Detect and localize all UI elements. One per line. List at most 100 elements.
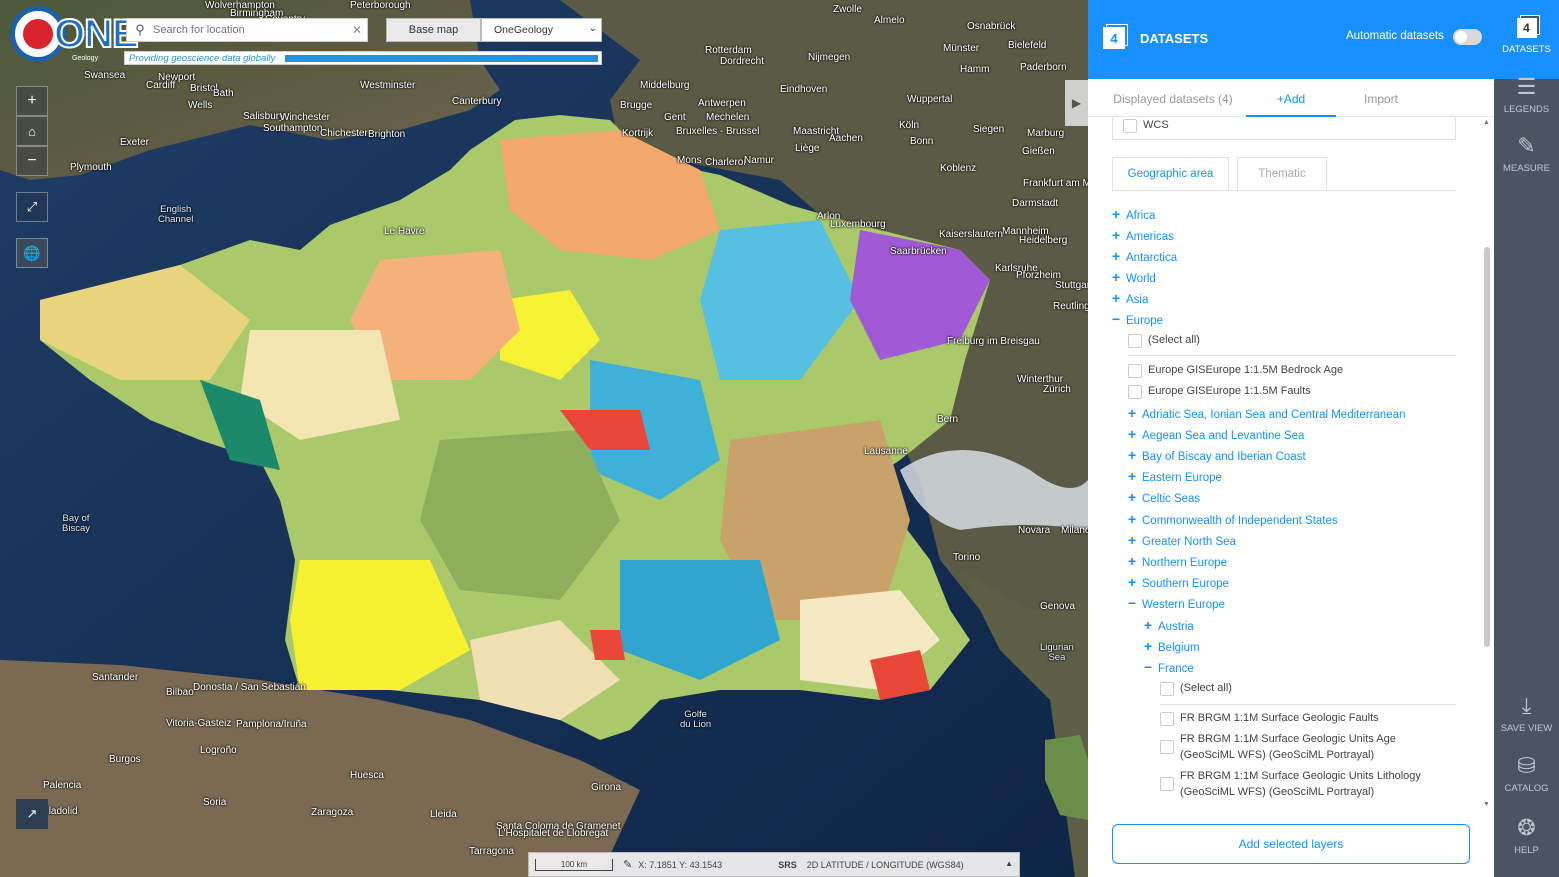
expand-toggle-icon[interactable]: + xyxy=(1128,405,1142,421)
expand-toggle-icon[interactable]: + xyxy=(1144,638,1158,654)
expand-toggle-icon[interactable]: + xyxy=(1128,511,1142,527)
tree-item[interactable]: + Southern Europe xyxy=(1128,574,1229,590)
tab-displayed-datasets[interactable]: Displayed datasets (4) xyxy=(1100,79,1246,117)
location-search[interactable]: ⚲ ✕ xyxy=(126,18,368,42)
expand-toggle-icon[interactable]: − xyxy=(1128,595,1142,611)
tree-item[interactable]: + Eastern Europe xyxy=(1128,468,1222,484)
expand-toggle-icon[interactable]: + xyxy=(1128,468,1142,484)
toolbar-save-view[interactable]: ⤓ SAVE VIEW xyxy=(1494,693,1559,743)
search-input[interactable] xyxy=(153,24,347,36)
layer-checkbox[interactable] xyxy=(1128,364,1142,378)
layer-label-line: FR BRGM 1:1M Surface Geologic Units Age xyxy=(1180,733,1396,745)
tree-item[interactable]: + Northern Europe xyxy=(1128,553,1227,569)
pencil-icon[interactable]: ✎ xyxy=(623,858,632,871)
caret-up-icon[interactable]: ▲ xyxy=(1005,859,1013,868)
tree-item[interactable]: + Adriatic Sea, Ionian Sea and Central Me… xyxy=(1128,405,1405,421)
tree-item[interactable]: + Antarctica xyxy=(1112,248,1177,264)
map-place-label: Genova xyxy=(1040,601,1076,612)
home-icon[interactable]: ⌂ xyxy=(16,116,48,146)
tab-add[interactable]: +Add xyxy=(1246,79,1336,117)
tab-import[interactable]: Import xyxy=(1336,79,1426,117)
srs-value[interactable]: 2D LATITUDE / LONGITUDE (WGS84) xyxy=(807,860,964,870)
globe-icon[interactable]: 🌐 xyxy=(16,238,48,268)
layer-item[interactable]: Europe GISEurope 1:1.5M Faults xyxy=(1128,383,1448,399)
layer-item[interactable]: Europe GISEurope 1:1.5M Bedrock Age xyxy=(1128,362,1448,378)
clear-icon[interactable]: ✕ xyxy=(347,23,367,37)
tree-item[interactable]: − Europe xyxy=(1112,311,1163,327)
layer-label: Europe GISEurope 1:1.5M Faults xyxy=(1148,383,1311,399)
layer-item[interactable]: FR BRGM 1:1M Surface Geologic Faults xyxy=(1160,710,1480,726)
expand-toggle-icon[interactable]: + xyxy=(1128,489,1142,505)
expand-toggle-icon[interactable]: + xyxy=(1112,248,1126,264)
expand-toggle-icon[interactable]: + xyxy=(1128,426,1142,442)
expand-toggle-icon[interactable]: + xyxy=(1128,574,1142,590)
tree-item[interactable]: + Aegean Sea and Levantine Sea xyxy=(1128,426,1304,442)
tree-item[interactable]: + Africa xyxy=(1112,206,1155,222)
tree-item[interactable]: + Celtic Seas xyxy=(1128,489,1200,505)
map-place-label: Reutlingen xyxy=(1053,301,1088,312)
zoom-out-button[interactable]: − xyxy=(16,146,48,176)
tree-item[interactable]: + Belgium xyxy=(1144,638,1200,654)
panel-scrollbar[interactable]: ▲ ▼ xyxy=(1481,117,1493,810)
layer-item[interactable]: FR BRGM 1:1M Surface Geologic Units Lith… xyxy=(1160,768,1480,800)
france-select-all[interactable]: (Select all) xyxy=(1160,680,1480,696)
expand-toggle-icon[interactable]: + xyxy=(1128,553,1142,569)
collapse-panel-icon[interactable]: ▶ xyxy=(1065,80,1088,126)
layer-item[interactable]: FR BRGM 1:1M Surface Geologic Units Age (… xyxy=(1160,731,1480,763)
layer-checkbox[interactable] xyxy=(1160,740,1174,754)
scroll-down-icon[interactable]: ▼ xyxy=(1483,801,1490,808)
scroll-thumb[interactable] xyxy=(1484,247,1490,647)
tree-item[interactable]: + Asia xyxy=(1112,290,1148,306)
tree-item[interactable]: + Americas xyxy=(1112,227,1174,243)
map-view[interactable]: WolverhamptonPeterboroughBirminghamCoven… xyxy=(0,0,1088,877)
tree-node-label: Commonwealth of Independent States xyxy=(1142,514,1338,527)
tree-item[interactable]: + Greater North Sea xyxy=(1128,532,1236,548)
add-datasets-content[interactable]: WCS Geographic area Thematic + Africa + Ame… xyxy=(1088,117,1494,810)
scroll-up-icon[interactable]: ▲ xyxy=(1483,119,1490,126)
expand-arrow-icon[interactable]: ↗ xyxy=(16,799,48,829)
expand-toggle-icon[interactable]: + xyxy=(1144,617,1158,633)
toolbar-help[interactable]: ❂ HELP xyxy=(1494,815,1559,865)
expand-toggle-icon[interactable]: + xyxy=(1128,532,1142,548)
tree-item[interactable]: − Western Europe xyxy=(1128,595,1225,611)
map-place-label: Brugge xyxy=(620,100,653,111)
chevron-down-icon: ⌄ xyxy=(588,23,597,34)
tree-item[interactable]: + World xyxy=(1112,269,1156,285)
expand-toggle-icon[interactable]: − xyxy=(1112,311,1126,327)
expand-toggle-icon[interactable]: + xyxy=(1112,269,1126,285)
add-selected-layers-button[interactable]: Add selected layers xyxy=(1112,824,1470,864)
expand-toggle-icon[interactable]: + xyxy=(1128,447,1142,463)
map-place-label: Cardiff xyxy=(146,80,176,91)
fullscreen-icon[interactable]: ⤢ xyxy=(16,192,48,222)
layer-checkbox[interactable] xyxy=(1160,682,1174,696)
tree-item[interactable]: − France xyxy=(1144,659,1194,675)
toolbar-legends[interactable]: ☰ LEGENDS xyxy=(1494,74,1559,124)
tree-item[interactable]: + Commonwealth of Independent States xyxy=(1128,511,1338,527)
subtab-geographic-area[interactable]: Geographic area xyxy=(1112,157,1229,190)
basemap-button[interactable]: Base map xyxy=(386,18,481,42)
expand-toggle-icon[interactable]: + xyxy=(1112,290,1126,306)
map-place-label: Mechelen xyxy=(706,112,750,123)
layer-checkbox[interactable] xyxy=(1128,334,1142,348)
expand-toggle-icon[interactable]: + xyxy=(1112,227,1126,243)
basemap-select[interactable]: OneGeology ⌄ xyxy=(481,18,602,42)
tree-item[interactable]: + Bay of Biscay and Iberian Coast xyxy=(1128,447,1306,463)
toolbar-measure[interactable]: ✎ MEASURE xyxy=(1494,133,1559,183)
layer-checkbox[interactable] xyxy=(1160,712,1174,726)
layer-checkbox[interactable] xyxy=(1128,385,1142,399)
wcs-checkbox[interactable] xyxy=(1123,119,1137,133)
toolbar-datasets[interactable]: 4 DATASETS xyxy=(1494,0,1559,79)
tree-item[interactable]: + Austria xyxy=(1144,617,1194,633)
expand-toggle-icon[interactable]: − xyxy=(1144,659,1158,675)
subtab-thematic[interactable]: Thematic xyxy=(1237,157,1327,190)
zoom-in-button[interactable]: + xyxy=(16,86,48,116)
subtab-divider xyxy=(1112,190,1456,191)
right-toolbar: 4 DATASETS ☰ LEGENDS ✎ MEASURE ⤓ SAVE VI… xyxy=(1494,0,1559,877)
automatic-datasets-toggle[interactable] xyxy=(1453,29,1482,45)
toolbar-catalog[interactable]: ⛁ CATALOG xyxy=(1494,753,1559,803)
europe-select-all[interactable]: (Select all) xyxy=(1128,332,1448,348)
onegeology-logo[interactable]: ONE Geology xyxy=(6,6,140,64)
layer-checkbox[interactable] xyxy=(1160,777,1174,791)
map-place-label: Kortrijk xyxy=(622,128,654,139)
expand-toggle-icon[interactable]: + xyxy=(1112,206,1126,222)
